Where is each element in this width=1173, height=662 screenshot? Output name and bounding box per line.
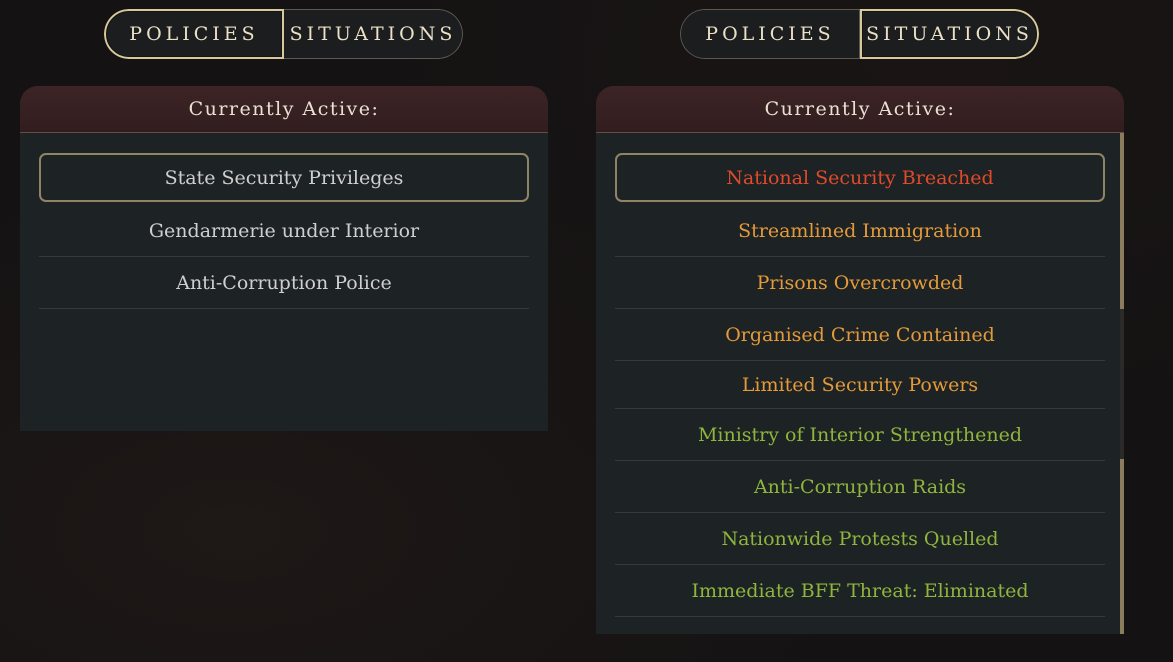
active-list: State Security Privileges Gendarmerie un… xyxy=(39,153,529,309)
list-item[interactable]: Anti-Corruption Raids xyxy=(615,461,1105,513)
list-item[interactable]: Gendarmerie under Interior xyxy=(39,205,529,257)
active-list: National Security Breached Streamlined I… xyxy=(615,153,1105,617)
active-situations-panel: Currently Active: National Security Brea… xyxy=(596,86,1124,634)
tab-policies[interactable]: POLICIES xyxy=(680,9,860,59)
list-item[interactable]: Ministry of Interior Strengthened xyxy=(615,409,1105,461)
tab-policies[interactable]: POLICIES xyxy=(104,9,284,59)
tab-bar: POLICIES SITUATIONS xyxy=(680,9,1039,59)
scrollbar-thumb[interactable] xyxy=(1120,133,1124,309)
active-policies-panel: Currently Active: State Security Privile… xyxy=(20,86,548,431)
list-item[interactable]: National Security Breached xyxy=(615,153,1105,202)
list-item[interactable]: Organised Crime Contained xyxy=(615,309,1105,361)
tab-bar: POLICIES SITUATIONS xyxy=(104,9,463,59)
tab-situations[interactable]: SITUATIONS xyxy=(860,9,1039,59)
list-item[interactable]: Streamlined Immigration xyxy=(615,205,1105,257)
list-item[interactable]: Immediate BFF Threat: Eliminated xyxy=(615,565,1105,617)
list-item[interactable]: Nationwide Protests Quelled xyxy=(615,513,1105,565)
tab-situations[interactable]: SITUATIONS xyxy=(284,9,463,59)
list-item[interactable]: State Security Privileges xyxy=(39,153,529,202)
list-item[interactable]: Limited Security Powers xyxy=(615,361,1105,409)
panel-header: Currently Active: xyxy=(596,86,1124,133)
panel-header: Currently Active: xyxy=(20,86,548,133)
scrollbar[interactable] xyxy=(1120,133,1124,634)
list-item[interactable]: Anti-Corruption Police xyxy=(39,257,529,309)
list-item[interactable]: Prisons Overcrowded xyxy=(615,257,1105,309)
scrollbar-thumb[interactable] xyxy=(1120,459,1124,634)
